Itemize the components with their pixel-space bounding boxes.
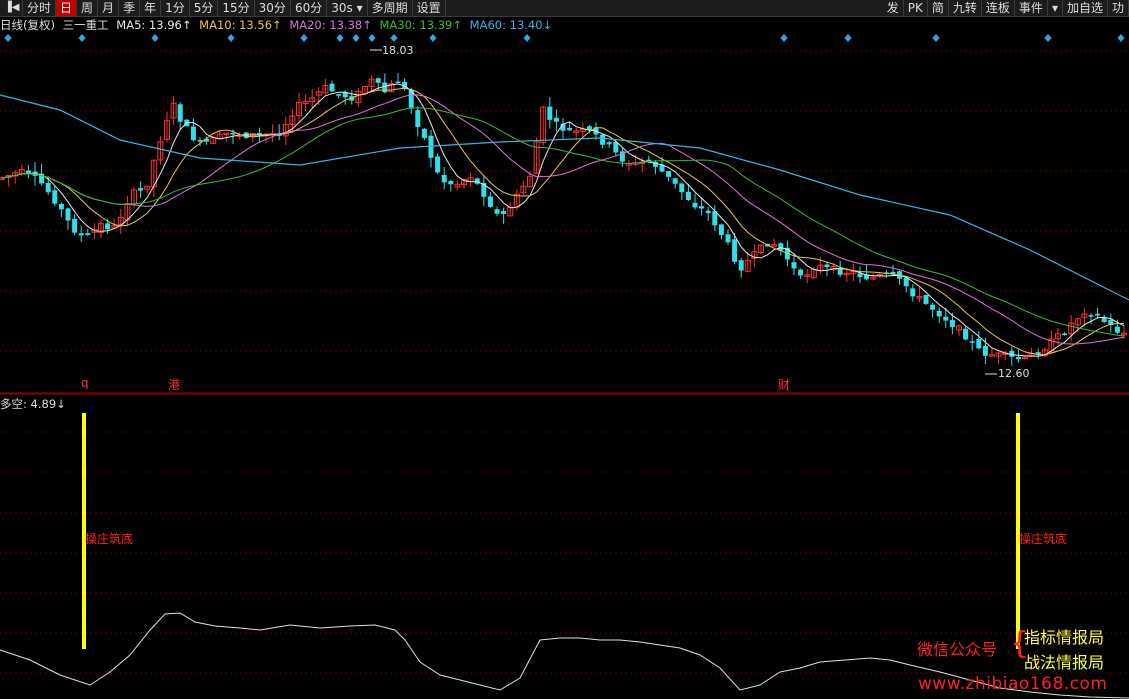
low-price-label: 12.60 [998, 367, 1030, 380]
candle-body-down [1015, 357, 1021, 360]
candle-body-down [190, 126, 196, 141]
candle-body-down [969, 341, 975, 343]
candle-body-down [547, 106, 553, 120]
candle-body-down [1095, 313, 1101, 316]
candle-body-down [435, 156, 441, 173]
candle-body-down [382, 82, 388, 93]
candle-body-down [336, 94, 342, 96]
candle-body-down [685, 191, 691, 201]
candle-body-down [976, 338, 982, 349]
watermark-wechat: 微信公众号 [917, 640, 998, 659]
candle-body-down [256, 133, 262, 135]
candle-body-down [778, 243, 784, 251]
candle-body-down [65, 208, 71, 221]
signal-label-left: 操庄筑底 [85, 532, 134, 546]
candle-body-down [1062, 333, 1068, 335]
candle-body-down [936, 310, 942, 317]
event-diamond-icon [352, 34, 360, 42]
event-diamond-icon [1044, 34, 1052, 42]
event-diamond-icon [78, 34, 86, 42]
candle-body-down [105, 223, 111, 230]
candle-body-down [72, 218, 78, 233]
candle-body-down [1101, 317, 1107, 322]
candle-body-down [692, 202, 698, 208]
event-diamond-icon [780, 34, 788, 42]
event-marker-q[interactable]: q [81, 376, 89, 390]
candle-body-down [725, 234, 731, 243]
candle-body-down [230, 132, 236, 135]
candle-body-down [600, 134, 606, 145]
event-diamond-icon [151, 34, 159, 42]
indicator-title: 多空: 4.89↓ [0, 397, 66, 411]
candle-body-down [78, 233, 84, 236]
ma5-line [1, 83, 1125, 357]
event-diamond-icon [390, 34, 398, 42]
candle-body-down [567, 127, 573, 131]
candle-body-down [837, 268, 843, 275]
candle-body-down [177, 104, 183, 122]
ma30-line [1, 107, 1125, 337]
candle-body-down [415, 110, 421, 127]
watermark-name2: 战法情报局 [1024, 653, 1105, 672]
candle-body-down [699, 206, 705, 209]
candle-body-down [487, 196, 493, 207]
event-diamond-icon [368, 34, 376, 42]
candle-body-down [606, 142, 612, 145]
event-diamond-icon [429, 34, 437, 42]
candle-body-down [949, 320, 955, 328]
candle-body-down [824, 264, 830, 267]
candle-body-down [923, 295, 929, 304]
candle-body-down [857, 273, 863, 277]
candle-body-down [718, 224, 724, 236]
event-diamond-icon [4, 34, 12, 42]
candle-body-down [494, 209, 500, 214]
kline-chart[interactable] [0, 0, 1129, 699]
candle-body-down [679, 183, 685, 193]
high-price-label: 18.03 [382, 44, 414, 57]
candle-body-down [58, 203, 64, 210]
candle-body-down [613, 142, 619, 153]
candle-body-down [910, 288, 916, 297]
candle-body-down [791, 262, 797, 269]
candle-body-down [732, 239, 738, 262]
signal-label-right: 操庄筑底 [1019, 532, 1068, 546]
event-diamond-icon [932, 34, 940, 42]
candle-body-down [85, 233, 91, 235]
watermark-url: www.zhibiao168.com [918, 674, 1108, 694]
candle-body-down [421, 128, 427, 138]
candle-body-down [138, 188, 144, 191]
candle-body-down [963, 328, 969, 340]
candle-body-down [501, 211, 507, 215]
candle-body-down [798, 269, 804, 276]
event-diamond-icon [523, 34, 531, 42]
candle-body-down [45, 182, 51, 193]
candle-body-down [329, 83, 335, 92]
candle-body-down [25, 170, 31, 174]
candle-body-down [342, 92, 348, 98]
candle-body-down [666, 171, 672, 177]
event-marker-finance[interactable]: 财 [778, 376, 790, 393]
candle-body-down [1114, 326, 1120, 333]
candle-body-down [705, 210, 711, 214]
candle-body-down [738, 260, 744, 271]
event-diamond-icon [336, 34, 344, 42]
candle-body-down [52, 190, 58, 204]
candle-body-down [1088, 315, 1094, 317]
candle-body-down [441, 174, 447, 183]
candle-body-down [672, 178, 678, 184]
candle-body-down [553, 117, 559, 122]
event-diamond-icon [1117, 34, 1125, 42]
event-diamond-icon [844, 34, 852, 42]
watermark-name1: 指标情报局 [1024, 628, 1105, 647]
candle-body-down [395, 81, 401, 84]
candle-body-down [943, 316, 949, 321]
candle-body-down [448, 181, 454, 185]
candle-body-down [375, 78, 381, 83]
candle-body-down [982, 346, 988, 356]
event-diamond-icon [300, 34, 308, 42]
event-marker-hk[interactable]: 港 [168, 376, 180, 393]
candle-body-down [930, 304, 936, 310]
event-diamond-icon [227, 34, 235, 42]
